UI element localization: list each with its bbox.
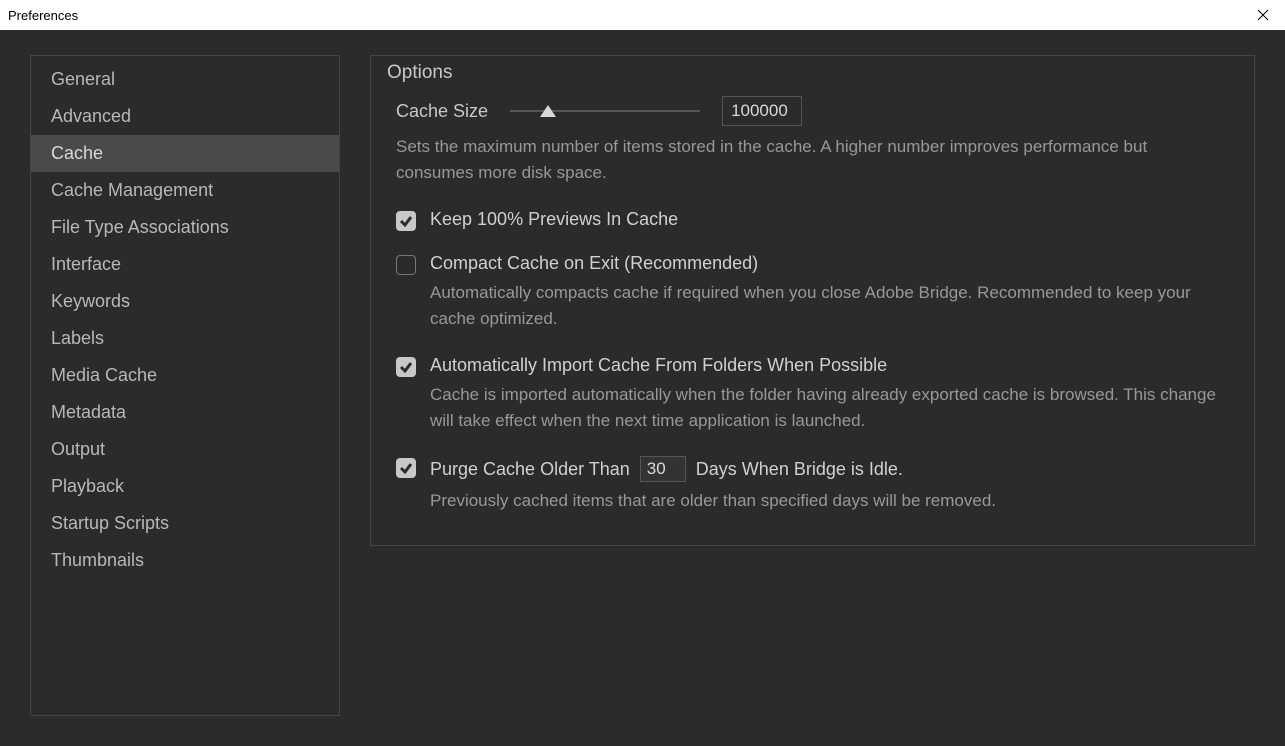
cache-size-label: Cache Size — [396, 101, 488, 122]
purge-days-input[interactable] — [640, 456, 686, 482]
auto-import-option: Automatically Import Cache From Folders … — [396, 355, 1229, 435]
content-area: GeneralAdvancedCacheCache ManagementFile… — [0, 30, 1285, 746]
close-icon — [1257, 9, 1269, 21]
purge-label-pre: Purge Cache Older Than — [430, 459, 630, 480]
purge-label-post: Days When Bridge is Idle. — [696, 459, 903, 480]
preferences-window: Preferences GeneralAdvancedCacheCache Ma… — [0, 0, 1285, 746]
cache-size-input[interactable] — [722, 96, 802, 126]
purge-checkbox[interactable] — [396, 458, 416, 478]
cache-size-desc: Sets the maximum number of items stored … — [396, 134, 1229, 185]
compact-on-exit-label: Compact Cache on Exit (Recommended) — [430, 253, 1229, 274]
sidebar-item-cache[interactable]: Cache — [31, 135, 339, 172]
auto-import-checkbox[interactable] — [396, 357, 416, 377]
options-fieldset: Options Cache Size Sets the maximum numb… — [370, 55, 1255, 546]
sidebar-item-playback[interactable]: Playback — [31, 468, 339, 505]
sidebar-item-general[interactable]: General — [31, 61, 339, 98]
cache-size-slider[interactable] — [510, 101, 700, 121]
cache-size-row: Cache Size — [396, 96, 1229, 126]
check-icon — [399, 214, 413, 228]
sidebar-item-interface[interactable]: Interface — [31, 246, 339, 283]
sidebar-item-media-cache[interactable]: Media Cache — [31, 357, 339, 394]
compact-on-exit-desc: Automatically compacts cache if required… — [430, 280, 1229, 333]
close-button[interactable] — [1240, 0, 1285, 30]
keep-previews-checkbox[interactable] — [396, 211, 416, 231]
check-icon — [399, 461, 413, 475]
opt-body: Automatically Import Cache From Folders … — [430, 355, 1229, 435]
sidebar-item-cache-management[interactable]: Cache Management — [31, 172, 339, 209]
keep-previews-label: Keep 100% Previews In Cache — [430, 209, 1229, 230]
auto-import-label: Automatically Import Cache From Folders … — [430, 355, 1229, 376]
sidebar-item-labels[interactable]: Labels — [31, 320, 339, 357]
titlebar: Preferences — [0, 0, 1285, 30]
sidebar-item-output[interactable]: Output — [31, 431, 339, 468]
compact-on-exit-checkbox[interactable] — [396, 255, 416, 275]
sidebar-item-advanced[interactable]: Advanced — [31, 98, 339, 135]
check-icon — [399, 360, 413, 374]
keep-previews-option: Keep 100% Previews In Cache — [396, 209, 1229, 231]
window-title: Preferences — [8, 8, 78, 23]
purge-label: Purge Cache Older Than Days When Bridge … — [430, 456, 1229, 482]
slider-track — [510, 110, 700, 112]
sidebar-item-metadata[interactable]: Metadata — [31, 394, 339, 431]
opt-body: Compact Cache on Exit (Recommended) Auto… — [430, 253, 1229, 333]
sidebar: GeneralAdvancedCacheCache ManagementFile… — [30, 55, 340, 716]
sidebar-item-thumbnails[interactable]: Thumbnails — [31, 542, 339, 579]
purge-desc: Previously cached items that are older t… — [430, 488, 1229, 514]
sidebar-item-file-type-associations[interactable]: File Type Associations — [31, 209, 339, 246]
purge-option: Purge Cache Older Than Days When Bridge … — [396, 456, 1229, 514]
auto-import-desc: Cache is imported automatically when the… — [430, 382, 1229, 435]
sidebar-item-keywords[interactable]: Keywords — [31, 283, 339, 320]
sidebar-item-startup-scripts[interactable]: Startup Scripts — [31, 505, 339, 542]
compact-on-exit-option: Compact Cache on Exit (Recommended) Auto… — [396, 253, 1229, 333]
slider-thumb[interactable] — [540, 105, 556, 117]
options-legend: Options — [383, 62, 456, 84]
main-panel: Options Cache Size Sets the maximum numb… — [370, 55, 1255, 716]
opt-body: Purge Cache Older Than Days When Bridge … — [430, 456, 1229, 514]
opt-body: Keep 100% Previews In Cache — [430, 209, 1229, 230]
